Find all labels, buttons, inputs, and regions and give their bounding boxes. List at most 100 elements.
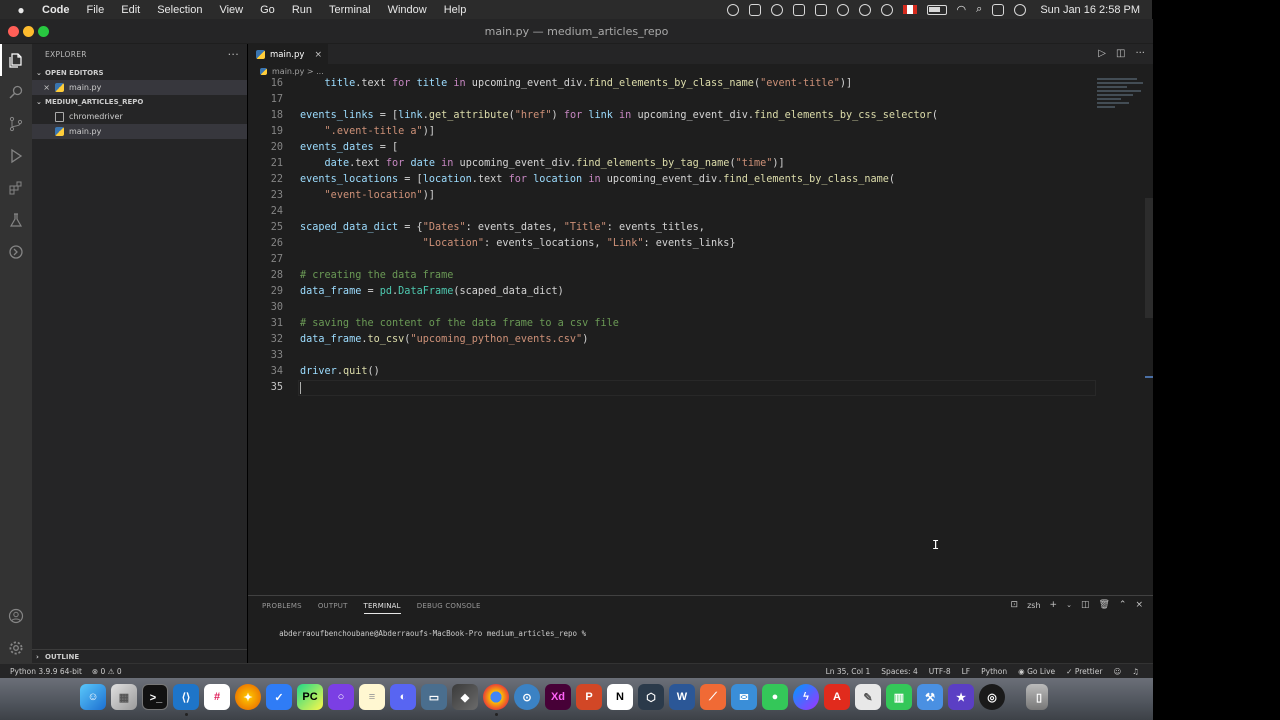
word-icon[interactable]: W — [669, 684, 695, 710]
python-interpreter[interactable]: Python 3.9.9 64-bit — [10, 667, 82, 676]
terminal-app-icon[interactable]: >_ — [142, 684, 168, 710]
preview-icon[interactable]: ▭ — [421, 684, 447, 710]
close-icon[interactable]: × — [314, 50, 322, 60]
terminal-output[interactable]: abderraoufbenchoubane@Abderraoufs-MacBoo… — [261, 620, 586, 647]
file-tree-item[interactable]: main.py — [32, 124, 247, 139]
code-line[interactable]: 23 "event-location")] — [248, 188, 1096, 204]
discord-icon[interactable]: ◐ — [390, 684, 416, 710]
minimize-window-button[interactable] — [23, 26, 34, 37]
code-line[interactable]: 22 events_locations = [location.text for … — [248, 172, 1096, 188]
app-icon[interactable]: ✉ — [731, 684, 757, 710]
code-editor[interactable]: 16 title.text for title in upcoming_even… — [248, 76, 1096, 595]
control-center-icon[interactable] — [992, 3, 1005, 16]
tab-terminal[interactable]: TERMINAL — [363, 598, 401, 614]
run-icon[interactable]: ▷ — [1098, 48, 1106, 59]
trash-bin-icon[interactable]: ▯ — [1026, 684, 1048, 710]
code-line[interactable]: 24 — [248, 204, 1096, 220]
input-source-flag-icon[interactable] — [902, 5, 917, 14]
outline-section[interactable]: › OUTLINE — [32, 649, 247, 663]
code-line[interactable]: 29 data_frame = pd.DataFrame(scaped_data_… — [248, 284, 1096, 300]
minimap[interactable] — [1097, 78, 1145, 110]
tab-problems[interactable]: PROBLEMS — [262, 602, 302, 610]
battery-icon[interactable] — [926, 4, 947, 15]
maximize-icon[interactable]: ⌃ — [1119, 600, 1127, 610]
notion-icon[interactable]: N — [607, 684, 633, 710]
tab-debug-console[interactable]: DEBUG CONSOLE — [417, 602, 481, 610]
app-icon[interactable]: ◎ — [979, 684, 1005, 710]
end-of-line[interactable]: LF — [962, 667, 971, 676]
run-debug-icon[interactable] — [6, 146, 26, 166]
code-line[interactable]: 16 title.text for title in upcoming_even… — [248, 76, 1096, 92]
menu-view[interactable]: View — [219, 4, 243, 16]
menu-terminal[interactable]: Terminal — [329, 4, 371, 16]
repo-section[interactable]: ⌄ MEDIUM_ARTICLES_REPO — [32, 95, 247, 109]
user-icon[interactable] — [880, 3, 893, 16]
code-line[interactable]: 34 driver.quit() — [248, 364, 1096, 380]
menu-window[interactable]: Window — [388, 4, 427, 16]
tray-app-icon[interactable] — [792, 3, 805, 16]
time-machine-icon[interactable] — [836, 3, 849, 16]
siri-icon[interactable] — [1014, 3, 1027, 16]
menu-selection[interactable]: Selection — [157, 4, 202, 16]
prettier-button[interactable]: ✓ Prettier — [1066, 667, 1102, 676]
more-icon[interactable]: ··· — [1135, 48, 1145, 59]
notes-icon[interactable]: ≡ — [359, 684, 385, 710]
explorer-icon[interactable] — [0, 44, 26, 76]
firefox-icon[interactable]: ✦ — [235, 684, 261, 710]
menu-app-name[interactable]: Code — [42, 4, 70, 16]
vertical-scrollbar[interactable] — [1145, 78, 1153, 595]
indentation[interactable]: Spaces: 4 — [881, 667, 917, 676]
open-editor-item[interactable]: × main.py — [32, 80, 247, 95]
language-mode[interactable]: Python — [981, 667, 1007, 676]
tray-app-icon[interactable] — [814, 3, 827, 16]
tray-app-icon[interactable] — [748, 3, 761, 16]
menu-go[interactable]: Go — [260, 4, 275, 16]
menu-clock[interactable]: Sun Jan 16 2:58 PM — [1040, 4, 1140, 16]
acrobat-icon[interactable]: A — [824, 684, 850, 710]
tab-output[interactable]: OUTPUT — [318, 602, 348, 610]
messages-icon[interactable]: ● — [762, 684, 788, 710]
code-line[interactable]: 21 date.text for date in upcoming_event_… — [248, 156, 1096, 172]
code-line[interactable]: 27 — [248, 252, 1096, 268]
app-icon[interactable]: ⟋ — [700, 684, 726, 710]
numbers-icon[interactable]: ▥ — [886, 684, 912, 710]
extensions-icon[interactable] — [6, 178, 26, 198]
notifications-icon[interactable]: ♫ — [1132, 667, 1139, 676]
code-line[interactable]: 31 # saving the content of the data frame… — [248, 316, 1096, 332]
code-line[interactable]: 17 — [248, 92, 1096, 108]
code-line[interactable]: 28 # creating the data frame — [248, 268, 1096, 284]
editor-tab-main-py[interactable]: main.py × — [248, 44, 328, 64]
shell-name[interactable]: zsh — [1027, 601, 1040, 610]
code-line[interactable]: 20 events_dates = [ — [248, 140, 1096, 156]
chevron-down-icon[interactable]: ⌄ — [1066, 601, 1072, 609]
open-editors-section[interactable]: ⌄ OPEN EDITORS — [32, 66, 247, 80]
search-icon[interactable] — [6, 82, 26, 102]
launchpad-icon[interactable]: ▦ — [111, 684, 137, 710]
messenger-icon[interactable]: ϟ — [793, 684, 819, 710]
zoom-window-button[interactable] — [38, 26, 49, 37]
more-icon[interactable]: ··· — [228, 48, 239, 61]
code-line[interactable]: 30 — [248, 300, 1096, 316]
app-icon[interactable]: ⬡ — [638, 684, 664, 710]
finder-icon[interactable]: ☺ — [80, 684, 106, 710]
apple-icon[interactable]: ● — [14, 3, 28, 17]
slack-icon[interactable]: # — [204, 684, 230, 710]
code-line[interactable]: 32 data_frame.to_csv("upcoming_python_eve… — [248, 332, 1096, 348]
trash-icon[interactable]: 🗑 — [1098, 600, 1109, 610]
app-icon[interactable]: ◆ — [452, 684, 478, 710]
problems-count[interactable]: ⊗ 0 ⚠ 0 — [92, 667, 122, 676]
testing-icon[interactable] — [6, 210, 26, 230]
tray-app-icon[interactable] — [726, 3, 739, 16]
split-terminal-icon[interactable]: ◫ — [1081, 600, 1090, 610]
code-line[interactable]: 18 events_links = [link.get_attribute("hr… — [248, 108, 1096, 124]
go-live-button[interactable]: ◉ Go Live — [1018, 667, 1055, 676]
vscode-app-icon[interactable]: ⟨⟩ — [173, 684, 199, 716]
remote-icon[interactable] — [6, 242, 26, 262]
tray-app-icon[interactable] — [858, 3, 871, 16]
menu-help[interactable]: Help — [444, 4, 467, 16]
spotlight-search-icon[interactable]: ⌕ — [976, 3, 982, 16]
tray-app-icon[interactable] — [770, 3, 783, 16]
settings-gear-icon[interactable] — [6, 638, 26, 658]
account-icon[interactable] — [6, 606, 26, 626]
close-icon[interactable]: × — [32, 83, 50, 92]
